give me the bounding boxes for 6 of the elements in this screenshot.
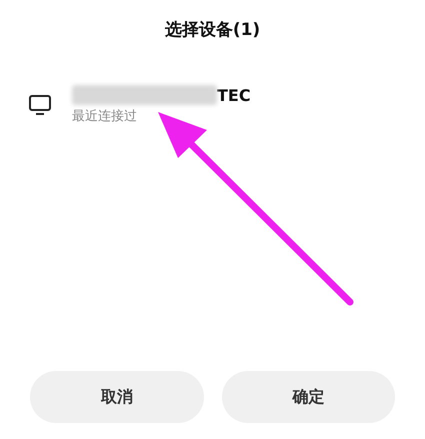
monitor-icon <box>28 93 52 117</box>
cancel-button[interactable]: 取消 <box>30 371 204 423</box>
device-name: TEC <box>217 86 251 104</box>
confirm-button[interactable]: 确定 <box>222 371 395 423</box>
device-status: 最近连接过 <box>72 108 138 125</box>
dialog-title: 选择设备(1) <box>164 19 260 41</box>
